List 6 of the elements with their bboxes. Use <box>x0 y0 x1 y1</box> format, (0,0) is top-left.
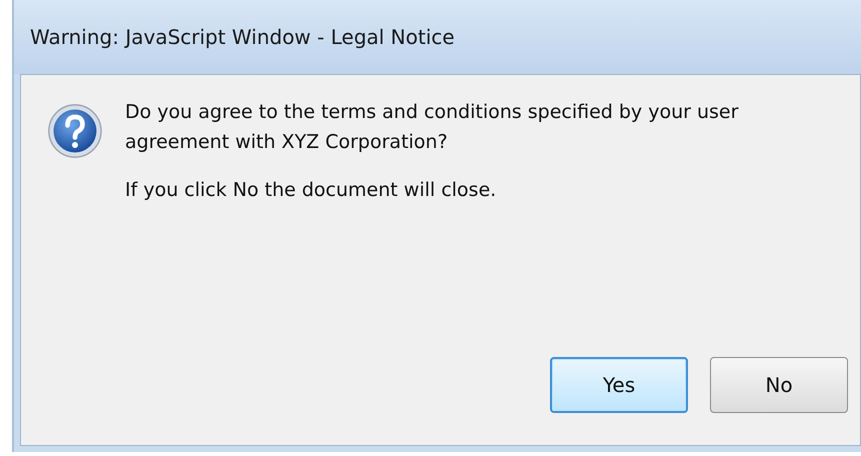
question-icon <box>47 103 103 159</box>
message-text: Do you agree to the terms and conditions specified by your user agreement with XYZ Corporation? <box>125 100 740 155</box>
dialog-button[interactable]: Yes <box>550 357 688 413</box>
window-title: Warning: JavaScript Window - Legal Notice <box>30 25 455 49</box>
note-text: If you click No the document will close. <box>125 179 498 201</box>
dialog-button[interactable]: No <box>710 357 848 413</box>
